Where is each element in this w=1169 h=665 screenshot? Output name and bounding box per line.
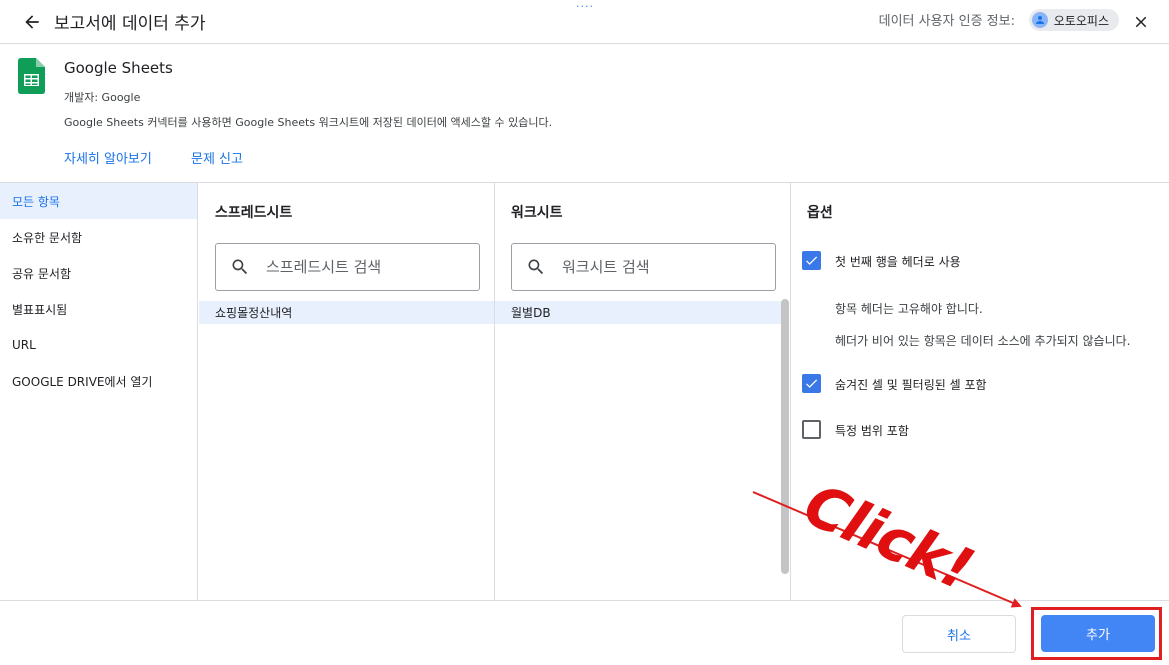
sidebar-item-all[interactable]: 모든 항목	[0, 183, 197, 219]
list-item[interactable]: 월별DB	[495, 301, 781, 324]
dialog-title: 보고서에 데이터 추가	[54, 14, 206, 34]
spreadsheet-search-input[interactable]	[266, 258, 456, 276]
specific-range-label: 특정 범위 포함	[835, 424, 909, 438]
report-issue-link[interactable]: 문제 신고	[191, 148, 243, 167]
sidebar-item-starred[interactable]: 별표표시됨	[0, 291, 197, 327]
cancel-button[interactable]: 취소	[902, 615, 1016, 653]
worksheet-search[interactable]	[511, 243, 776, 291]
spreadsheet-search[interactable]	[215, 243, 480, 291]
close-button[interactable]	[1127, 8, 1155, 36]
drag-handle[interactable]: ....	[576, 0, 594, 10]
avatar-icon	[1031, 12, 1048, 28]
search-icon	[230, 257, 250, 277]
include-hidden-label: 숨겨진 셀 및 필터링된 셀 포함	[835, 378, 987, 392]
use-header-checkbox[interactable]	[802, 251, 821, 270]
check-icon	[806, 379, 818, 388]
dialog-header: 보고서에 데이터 추가 .... 데이터 사용자 인증 정보: 오토오피스	[0, 0, 1169, 44]
close-icon	[1135, 16, 1147, 28]
connector-info: Google Sheets 개발자: Google Google Sheets …	[0, 44, 1169, 183]
connector-description: Google Sheets 커넥터를 사용하면 Google Sheets 워크…	[64, 116, 553, 129]
worksheet-scrollbar[interactable]	[781, 299, 789, 574]
annotation-highlight-box	[1031, 607, 1162, 660]
sidebar-item-owned[interactable]: 소유한 문서함	[0, 219, 197, 255]
header-note-empty: 헤더가 비어 있는 항목은 데이터 소스에 추가되지 않습니다.	[835, 334, 1131, 348]
credentials-user: 오토오피스	[1053, 13, 1109, 28]
use-header-label: 첫 번째 행을 헤더로 사용	[835, 255, 961, 269]
search-icon	[526, 257, 546, 277]
sidebar-item-shared[interactable]: 공유 문서함	[0, 255, 197, 291]
credentials-chip[interactable]: 오토오피스	[1028, 9, 1119, 31]
sidebar-item-url[interactable]: URL	[0, 327, 197, 363]
check-icon	[806, 256, 818, 265]
options-title: 옵션	[807, 205, 833, 221]
specific-range-checkbox[interactable]	[802, 420, 821, 439]
source-sidebar: 모든 항목 소유한 문서함 공유 문서함 별표표시됨 URL GOOGLE DR…	[0, 183, 198, 601]
arrow-left-icon	[25, 15, 39, 29]
spreadsheet-panel: 스프레드시트 쇼핑몰정산내역	[199, 183, 495, 601]
credentials-label: 데이터 사용자 인증 정보:	[878, 14, 1015, 29]
worksheet-search-input[interactable]	[562, 258, 752, 276]
sidebar-item-open-drive[interactable]: GOOGLE DRIVE에서 열기	[0, 363, 197, 399]
learn-more-link[interactable]: 자세히 알아보기	[64, 148, 152, 167]
connector-name: Google Sheets	[64, 59, 173, 77]
worksheet-panel-title: 워크시트	[511, 205, 563, 221]
back-button[interactable]	[18, 8, 46, 36]
dialog-footer: 취소 추가	[0, 600, 1169, 665]
connector-developer: 개발자: Google	[64, 91, 141, 104]
list-item[interactable]: 쇼핑몰정산내역	[199, 301, 494, 324]
google-sheets-icon	[18, 58, 45, 98]
header-note-unique: 항목 헤더는 고유해야 합니다.	[835, 302, 983, 316]
spreadsheet-panel-title: 스프레드시트	[215, 205, 293, 221]
include-hidden-checkbox[interactable]	[802, 374, 821, 393]
worksheet-panel: 워크시트 월별DB	[495, 183, 791, 601]
